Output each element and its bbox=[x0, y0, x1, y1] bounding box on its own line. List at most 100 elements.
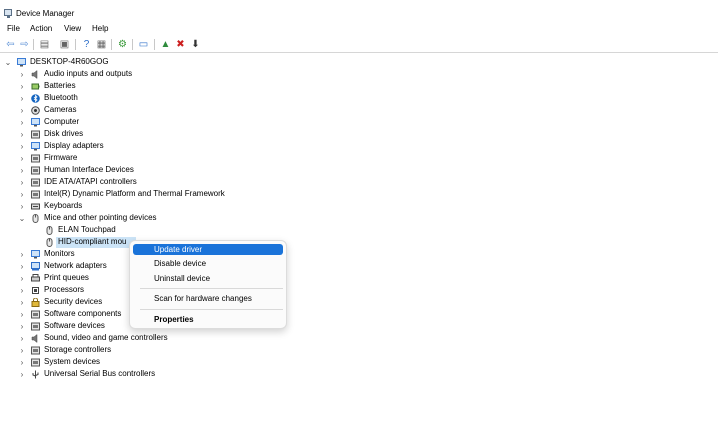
tree-item-label: Firmware bbox=[44, 153, 78, 162]
tree-category-sound-video-and-game-controllers[interactable]: › Sound, video and game controllers bbox=[0, 332, 718, 344]
tree-category-batteries[interactable]: › Batteries bbox=[0, 80, 718, 92]
uninstall-device-menu-item[interactable]: Uninstall device bbox=[133, 273, 283, 284]
monitor-icon[interactable]: ▭ bbox=[138, 39, 149, 50]
tree-item-label: HID-compliant mou bbox=[58, 237, 127, 246]
tree-category-human-interface-devices[interactable]: › Human Interface Devices bbox=[0, 164, 718, 176]
tree-item-label: Print queues bbox=[44, 273, 89, 282]
tree-device-hid-compliant-mou[interactable]: HID-compliant mou bbox=[0, 236, 718, 248]
chevron-right-icon[interactable]: › bbox=[18, 116, 26, 128]
tree-category-processors[interactable]: › Processors bbox=[0, 284, 718, 296]
tree-category-storage-controllers[interactable]: › Storage controllers bbox=[0, 344, 718, 356]
monitor-icon bbox=[31, 249, 40, 259]
chevron-down-icon[interactable]: ⌄ bbox=[4, 56, 12, 68]
chevron-right-icon[interactable]: › bbox=[18, 248, 26, 260]
action-pane-icon[interactable]: ▦ bbox=[96, 39, 107, 50]
context-menu: Update driver Disable device Uninstall dev… bbox=[129, 240, 287, 329]
forward-arrow-icon[interactable]: ⇨ bbox=[19, 39, 30, 50]
menu-view[interactable]: View bbox=[63, 24, 82, 33]
tree-category-network-adapters[interactable]: › Network adapters bbox=[0, 260, 718, 272]
tree-item-label: Software components bbox=[44, 309, 122, 318]
tree-category-bluetooth[interactable]: › Bluetooth bbox=[0, 92, 718, 104]
chevron-right-icon[interactable]: › bbox=[18, 188, 26, 200]
chevron-right-icon[interactable]: › bbox=[18, 200, 26, 212]
chevron-right-icon[interactable]: › bbox=[18, 308, 26, 320]
chevron-right-icon[interactable]: › bbox=[18, 68, 26, 80]
disable-device-menu-item[interactable]: Disable device bbox=[133, 258, 283, 269]
back-arrow-icon[interactable]: ⇦ bbox=[5, 39, 16, 50]
tree-category-intel-r-dynamic-platform-and-thermal-framework[interactable]: › Intel(R) Dynamic Platform and Thermal F… bbox=[0, 188, 718, 200]
computer-icon bbox=[31, 117, 40, 127]
device-tree: ⌄ DESKTOP-4R60GOG › Audio inputs and output… bbox=[0, 56, 718, 425]
properties-menu-item[interactable]: Properties bbox=[133, 314, 283, 325]
show-hide-console-tree-icon[interactable]: ▤ bbox=[39, 39, 50, 50]
tree-item-label: Computer bbox=[44, 117, 80, 126]
tree-category-print-queues[interactable]: › Print queues bbox=[0, 272, 718, 284]
toolbar-separator bbox=[132, 39, 133, 50]
tree-item-label: Intel(R) Dynamic Platform and Thermal Fr… bbox=[44, 189, 225, 198]
chevron-right-icon[interactable]: › bbox=[18, 260, 26, 272]
usb-icon bbox=[31, 370, 40, 379]
tree-category-keyboards[interactable]: › Keyboards bbox=[0, 200, 718, 212]
tree-category-software-components[interactable]: › Software components bbox=[0, 308, 718, 320]
tree-device-elan-touchpad[interactable]: ELAN Touchpad bbox=[0, 224, 718, 236]
tree-item-label: ELAN Touchpad bbox=[58, 225, 116, 234]
tree-category-ide-ata-atapi-controllers[interactable]: › IDE ATA/ATAPI controllers bbox=[0, 176, 718, 188]
tree-category-computer[interactable]: › Computer bbox=[0, 116, 718, 128]
thermal-icon bbox=[31, 190, 40, 199]
chevron-right-icon[interactable]: › bbox=[18, 368, 26, 380]
tree-item-label: Human Interface Devices bbox=[44, 165, 134, 174]
tree-category-monitors[interactable]: › Monitors bbox=[0, 248, 718, 260]
tree-item-label: Monitors bbox=[44, 249, 75, 258]
menu-help[interactable]: Help bbox=[91, 24, 109, 33]
update-driver-menu-item[interactable]: Update driver bbox=[133, 244, 283, 255]
tree-category-security-devices[interactable]: › Security devices bbox=[0, 296, 718, 308]
scan-hardware-icon[interactable]: ⚙ bbox=[117, 39, 128, 50]
chevron-right-icon[interactable]: › bbox=[18, 164, 26, 176]
chevron-right-icon[interactable]: › bbox=[18, 176, 26, 188]
chevron-right-icon[interactable]: › bbox=[18, 332, 26, 344]
tree-category-mice-and-other-pointing-devices[interactable]: ⌄ Mice and other pointing devices bbox=[0, 212, 718, 224]
chevron-right-icon[interactable]: › bbox=[18, 80, 26, 92]
toolbar-separator bbox=[75, 39, 76, 50]
tree-root-computer[interactable]: ⌄ DESKTOP-4R60GOG bbox=[0, 56, 718, 68]
tree-item-label: System devices bbox=[44, 357, 101, 366]
scan-hardware-menu-item[interactable]: Scan for hardware changes bbox=[133, 293, 283, 304]
tree-category-software-devices[interactable]: › Software devices bbox=[0, 320, 718, 332]
chevron-right-icon[interactable]: › bbox=[18, 296, 26, 308]
tree-item-label: Storage controllers bbox=[44, 345, 112, 354]
chevron-right-icon[interactable]: › bbox=[18, 104, 26, 116]
software-device-icon bbox=[31, 322, 40, 331]
chevron-down-icon[interactable]: ⌄ bbox=[18, 212, 26, 224]
tree-category-system-devices[interactable]: › System devices bbox=[0, 356, 718, 368]
tree-category-cameras[interactable]: › Cameras bbox=[0, 104, 718, 116]
menu-action[interactable]: Action bbox=[29, 24, 53, 33]
chevron-right-icon[interactable]: › bbox=[18, 140, 26, 152]
display-adapter-icon bbox=[31, 141, 40, 151]
chevron-right-icon[interactable]: › bbox=[18, 284, 26, 296]
chevron-right-icon[interactable]: › bbox=[18, 320, 26, 332]
device-manager-icon bbox=[4, 9, 12, 18]
update-driver-icon[interactable]: ▲ bbox=[160, 39, 171, 50]
uninstall-device-icon[interactable]: ✖ bbox=[175, 39, 186, 50]
computer-root-icon bbox=[17, 57, 26, 67]
disable-device-icon[interactable]: ⬇ bbox=[190, 39, 201, 50]
tree-category-audio-inputs-and-outputs[interactable]: › Audio inputs and outputs bbox=[0, 68, 718, 80]
tree-item-label: Keyboards bbox=[44, 201, 83, 210]
tree-category-display-adapters[interactable]: › Display adapters bbox=[0, 140, 718, 152]
help-icon[interactable]: ? bbox=[81, 39, 92, 50]
properties-icon[interactable]: ▣ bbox=[59, 39, 70, 50]
tree-item-label: IDE ATA/ATAPI controllers bbox=[44, 177, 137, 186]
tree-item-label: Security devices bbox=[44, 297, 103, 306]
tree-item-label: Disk drives bbox=[44, 129, 84, 138]
chevron-right-icon[interactable]: › bbox=[18, 344, 26, 356]
chevron-right-icon[interactable]: › bbox=[18, 152, 26, 164]
tree-category-universal-serial-bus-controllers[interactable]: › Universal Serial Bus controllers bbox=[0, 368, 718, 380]
chevron-right-icon[interactable]: › bbox=[18, 92, 26, 104]
tree-category-firmware[interactable]: › Firmware bbox=[0, 152, 718, 164]
security-device-icon bbox=[31, 297, 40, 307]
tree-category-disk-drives[interactable]: › Disk drives bbox=[0, 128, 718, 140]
chevron-right-icon[interactable]: › bbox=[18, 356, 26, 368]
menu-file[interactable]: File bbox=[6, 24, 21, 33]
chevron-right-icon[interactable]: › bbox=[18, 128, 26, 140]
chevron-right-icon[interactable]: › bbox=[18, 272, 26, 284]
